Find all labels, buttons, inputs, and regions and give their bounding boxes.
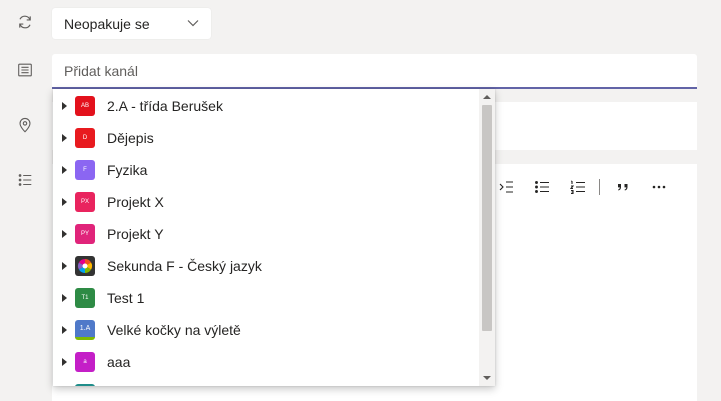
scrollbar-thumb[interactable] — [482, 105, 492, 331]
channel-dropdown: AB 2.A - třída Berušek D Dějepis F Fyzik… — [53, 89, 495, 386]
location-icon[interactable] — [15, 115, 35, 135]
format-toolbar — [495, 175, 684, 199]
repeat-dropdown[interactable]: Neopakuje se — [52, 8, 211, 39]
quote-icon — [618, 184, 628, 191]
team-avatar-image — [75, 256, 95, 276]
add-channel-input[interactable] — [52, 54, 697, 87]
channel-label: Sekunda F - Český jazyk — [107, 258, 262, 274]
list-item[interactable]: D Dějepis — [53, 122, 479, 154]
team-avatar: PX — [75, 192, 95, 212]
scroll-up-icon[interactable] — [483, 94, 491, 100]
caret-right-icon[interactable] — [62, 294, 68, 302]
channel-field — [52, 54, 697, 89]
team-avatar — [75, 384, 95, 386]
left-rail — [0, 0, 50, 401]
dropdown-scrollbar[interactable] — [479, 89, 495, 386]
team-avatar: T1 — [75, 288, 95, 308]
list-item[interactable] — [53, 378, 479, 386]
repeat-dropdown-value: Neopakuje se — [64, 15, 150, 32]
color-wheel-icon — [75, 256, 95, 276]
list-item[interactable]: PY Projekt Y — [53, 218, 479, 250]
team-avatar: PY — [75, 224, 95, 244]
chevron-down-icon — [187, 20, 199, 27]
channel-list: AB 2.A - třída Berušek D Dějepis F Fyzik… — [53, 89, 479, 386]
scroll-down-icon[interactable] — [483, 375, 491, 381]
more-options-button[interactable] — [648, 176, 670, 198]
list-item[interactable]: AB 2.A - třída Berušek — [53, 90, 479, 122]
channel-label: 2.A - třída Berušek — [107, 98, 223, 114]
caret-right-icon[interactable] — [62, 166, 68, 174]
channel-label: Dějepis — [107, 130, 154, 146]
team-avatar: AB — [75, 96, 95, 116]
more-icon — [652, 185, 666, 189]
caret-right-icon[interactable] — [62, 134, 68, 142]
team-avatar: F — [75, 160, 95, 180]
list-item[interactable]: a aaa — [53, 346, 479, 378]
caret-right-icon[interactable] — [62, 358, 68, 366]
channel-label: aaa — [107, 354, 131, 370]
decrease-indent-button[interactable] — [495, 176, 517, 198]
decrease-indent-icon — [499, 181, 513, 193]
repeat-icon[interactable] — [15, 12, 35, 32]
list-icon[interactable] — [15, 60, 35, 80]
list-item[interactable]: T1 Test 1 — [53, 282, 479, 314]
checklist-icon[interactable] — [15, 170, 35, 190]
team-avatar: D — [75, 128, 95, 148]
list-item[interactable]: 1.A Velké kočky na výletě — [53, 314, 479, 346]
channel-label: Test 1 — [107, 290, 145, 306]
channel-label: Projekt X — [107, 194, 164, 210]
channel-label: Velké kočky na výletě — [107, 322, 241, 338]
team-avatar: a — [75, 352, 95, 372]
caret-right-icon[interactable] — [62, 198, 68, 206]
bullet-list-button[interactable] — [531, 176, 553, 198]
team-avatar: 1.A — [75, 320, 95, 340]
caret-right-icon[interactable] — [62, 102, 68, 110]
caret-right-icon[interactable] — [62, 262, 68, 270]
caret-right-icon[interactable] — [62, 326, 68, 334]
numbered-list-icon — [570, 180, 585, 195]
list-item[interactable]: F Fyzika — [53, 154, 479, 186]
toolbar-separator — [599, 179, 600, 195]
caret-right-icon[interactable] — [62, 230, 68, 238]
quote-button[interactable] — [612, 176, 634, 198]
bullet-list-icon — [535, 181, 549, 193]
numbered-list-button[interactable] — [567, 176, 589, 198]
channel-label: Fyzika — [107, 162, 148, 178]
channel-label: Projekt Y — [107, 226, 164, 242]
list-item[interactable]: Sekunda F - Český jazyk — [53, 250, 479, 282]
list-item[interactable]: PX Projekt X — [53, 186, 479, 218]
